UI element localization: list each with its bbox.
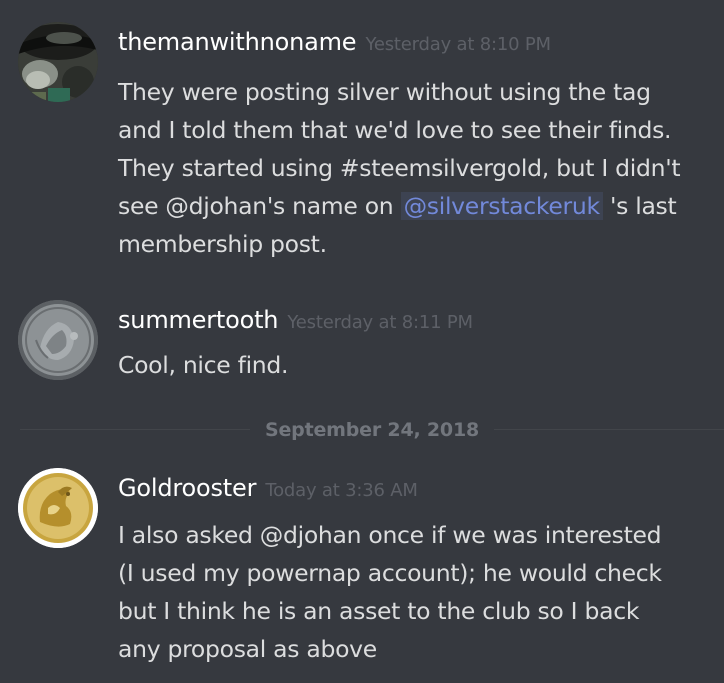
message-line: Cool, nice find.: [118, 351, 289, 379]
date-divider: September 24, 2018: [20, 416, 724, 444]
message-header: summertooth Yesterday at 8:11 PM: [118, 306, 473, 334]
message-line-with-mention: see @djohan's name on @silverstackeruk '…: [118, 187, 718, 225]
message-line: any proposal as above: [118, 635, 377, 663]
username[interactable]: Goldrooster: [118, 474, 256, 502]
message-body: They were posting silver without using t…: [118, 73, 718, 263]
message-line: but I think he is an asset to the club s…: [118, 597, 640, 625]
message-line: They were posting silver without using t…: [118, 78, 651, 106]
divider-line: [20, 429, 250, 430]
user-avatar-icon[interactable]: [18, 22, 98, 102]
divider-date: September 24, 2018: [265, 419, 479, 441]
timestamp: Yesterday at 8:10 PM: [365, 34, 551, 55]
username[interactable]: themanwithnoname: [118, 28, 357, 56]
message-line: (I used my powernap account); he would c…: [118, 559, 662, 587]
message-header: themanwithnoname Yesterday at 8:10 PM: [118, 28, 551, 56]
silver-coin-avatar-icon[interactable]: [18, 300, 98, 380]
message-header: Goldrooster Today at 3:36 AM: [118, 474, 418, 502]
message-line: They started using #steemsilvergold, but…: [118, 154, 681, 182]
message-line: and I told them that we'd love to see th…: [118, 116, 672, 144]
timestamp: Today at 3:36 AM: [265, 480, 418, 501]
message-body: Cool, nice find.: [118, 346, 718, 384]
chat-message-list: themanwithnoname Yesterday at 8:10 PM Th…: [0, 0, 724, 683]
message-line: membership post.: [118, 230, 327, 258]
message-line-text: see @djohan's name on: [118, 192, 401, 220]
divider-line: [494, 429, 724, 430]
message-line: I also asked @djohan once if we was inte…: [118, 521, 662, 549]
gold-coin-avatar-icon[interactable]: [18, 468, 98, 548]
message-body: I also asked @djohan once if we was inte…: [118, 516, 718, 668]
username[interactable]: summertooth: [118, 306, 279, 334]
user-mention[interactable]: @silverstackeruk: [400, 192, 603, 220]
message-line-text: 's last: [602, 192, 677, 220]
timestamp: Yesterday at 8:11 PM: [287, 312, 473, 333]
